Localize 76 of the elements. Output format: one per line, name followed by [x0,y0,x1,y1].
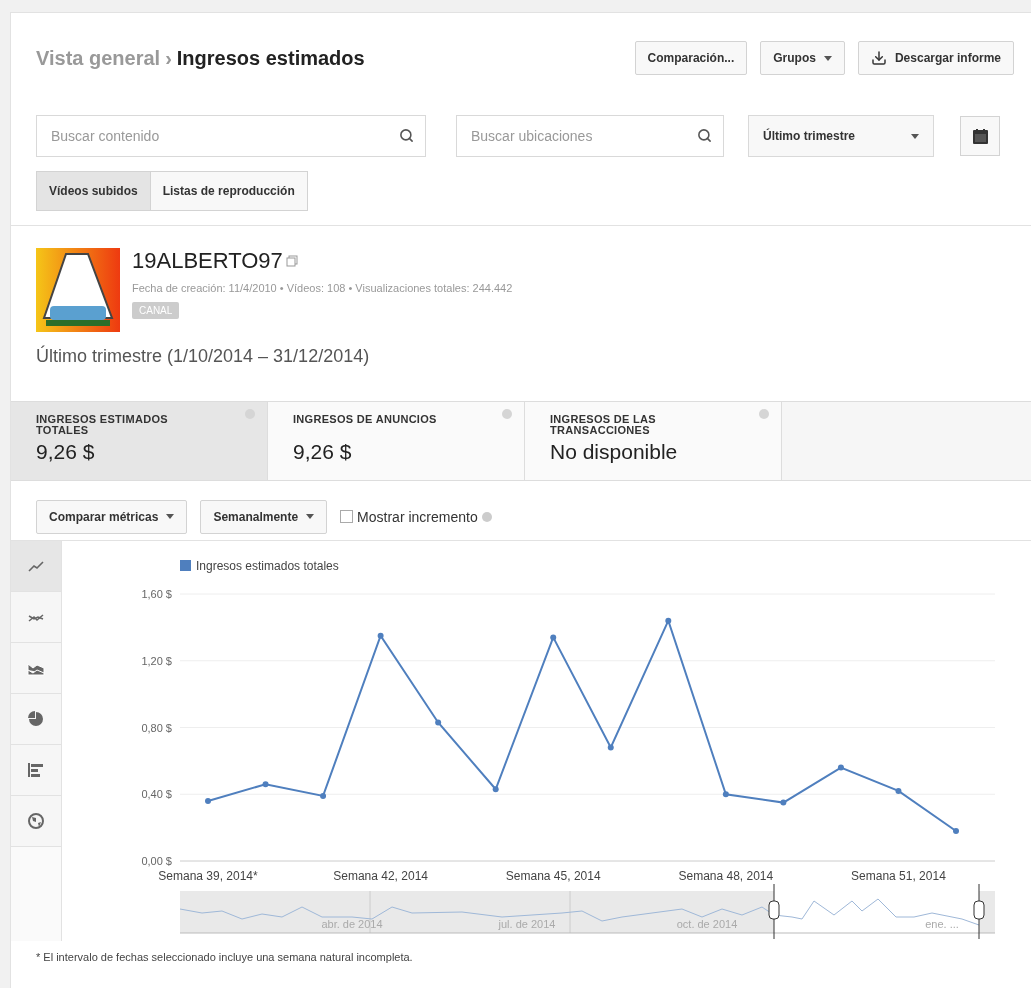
dropdown-button[interactable]: Comparar métricas [36,499,188,534]
search-icon [399,128,414,143]
axis-label: 1,60 $ [141,588,172,600]
data-point [665,617,672,624]
page-title: Ingresos estimados [176,46,365,70]
axis-label: Semana 45, 2014 [505,869,601,883]
search-field[interactable]: Buscar contenido [36,115,426,157]
bar-chart-icon [27,761,45,779]
metric-label: INGRESOS DE ANUNCIOS [293,414,438,427]
footnote: * El intervalo de fechas seleccionado incluye una semana natural incompleta. [35,950,414,963]
caret-icon [823,55,832,61]
chart-type-button[interactable] [11,745,61,796]
chart-type-button[interactable] [11,694,61,745]
data-point [895,787,902,794]
checkbox[interactable] [340,510,354,523]
download-button[interactable]: Descargar informe [857,41,1014,75]
caret-icon [306,514,315,519]
navigator-label: oct. de 2014 [676,918,738,930]
legend-label: Ingresos estimados totales [196,559,339,573]
channel-name[interactable]: 19ALBERTO97 [132,248,283,274]
data-point [722,791,729,798]
date-range: Último trimestre (1/10/2014 – 31/12/2014) [36,346,371,367]
chart-type-button[interactable] [11,643,61,694]
data-point [262,781,269,788]
calendar-icon [972,128,988,144]
data-point [607,744,614,751]
data-point [377,632,384,639]
navigator-label: jul. de 2014 [498,918,556,930]
axis-label: 1,20 $ [141,654,172,667]
axis-label: Semana 42, 2014 [333,869,428,883]
navigator-label: abr. de 2014 [321,918,383,930]
globe-icon [27,812,45,830]
breadcrumb-separator: › [165,46,172,70]
content-tab[interactable]: Vídeos subidos [36,171,151,211]
help-icon [502,409,512,419]
axis-label: 0,80 $ [141,721,172,734]
navigator-label: ene. ... [925,918,959,930]
metric-tab[interactable]: INGRESOS DE ANUNCIOS 9,26 $ [268,402,525,480]
content-tab[interactable]: Listas de reproducción [149,171,308,211]
search-icon [697,128,712,143]
checkbox-label: Mostrar incremento [357,508,478,525]
period-dropdown[interactable]: Último trimestre [748,115,934,157]
metric-label: INGRESOS DE LAS TRANSACCIONES [550,414,657,436]
help-icon [759,409,769,419]
download-icon [870,50,887,66]
data-point [492,786,499,793]
calendar-button[interactable] [960,116,1000,156]
data-point [837,764,844,771]
data-point [435,719,442,726]
metric-value: No disponible [550,440,679,464]
data-point [953,827,959,834]
dropdown-button[interactable]: Grupos [760,41,845,75]
axis-label: 0,00 $ [141,855,172,867]
data-point [205,797,211,804]
chart-type-button[interactable] [11,796,61,847]
metric-value: 9,26 $ [36,440,96,464]
pie-chart-icon [27,710,45,728]
metric-tab[interactable]: INGRESOS ESTIMADOS TOTALES 9,26 $ [11,402,268,480]
data-point [320,792,327,799]
external-link-icon [285,255,298,267]
data-point [780,799,787,806]
axis-label: Semana 39, 2014* [158,869,258,883]
channel-details: Fecha de creación: 11/4/2010 • Vídeos: 108 • Visualizaciones totales: 244.442 [132,282,513,294]
metric-value: 9,26 $ [293,440,353,464]
help-icon [481,511,492,522]
caret-icon [166,514,175,519]
axis-label: 0,40 $ [141,788,172,801]
axis-label: Semana 51, 2014 [851,869,946,883]
metric-label: INGRESOS ESTIMADOS TOTALES [36,414,169,436]
axis-label: Semana 48, 2014 [678,869,774,883]
search-field[interactable]: Buscar ubicaciones [456,115,724,157]
caret-icon [911,133,919,139]
data-point [550,634,557,641]
dropdown-button[interactable]: Semanalmente [200,499,328,534]
compare-button[interactable]: Comparación... [634,41,748,75]
metric-tab[interactable]: INGRESOS DE LAS TRANSACCIONES No disponible [525,402,782,480]
